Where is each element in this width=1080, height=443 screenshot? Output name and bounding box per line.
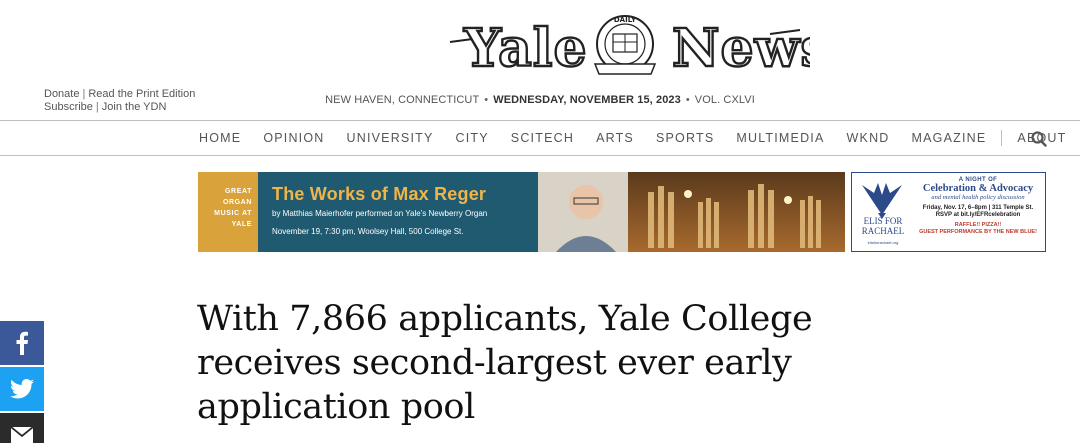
- side-ad-tagline: and mental health policy discussion: [931, 194, 1025, 201]
- nav-items: HOME OPINION UNIVERSITY CITY SCITECH ART…: [188, 121, 1077, 155]
- side-ad-brand-line: RACHAEL: [861, 226, 905, 236]
- nav-item-city[interactable]: CITY: [445, 131, 500, 145]
- masthead-logo[interactable]: Yale DAILY News: [440, 4, 831, 82]
- nav-item-opinion[interactable]: OPINION: [252, 131, 335, 145]
- search-icon[interactable]: [1030, 130, 1048, 148]
- masthead-seal-text: DAILY: [614, 16, 637, 24]
- facebook-icon: [16, 331, 28, 355]
- side-ad-raffle: RAFFLE!! PIZZA!! GUEST PERFORMANCE BY TH…: [912, 222, 1044, 236]
- ad-kicker-line: MUSIC AT: [214, 210, 252, 217]
- ad-kicker-line: YALE: [231, 221, 252, 228]
- nav-item-multimedia[interactable]: MULTIMEDIA: [725, 131, 835, 145]
- side-ad-brand-line: ELIS FOR: [863, 216, 903, 226]
- nav-item-university[interactable]: UNIVERSITY: [336, 131, 445, 145]
- ad-subtitle: by Matthias Maierhofer performed on Yale…: [272, 209, 488, 218]
- nav-item-sports[interactable]: SPORTS: [645, 131, 725, 145]
- nav-divider: [1001, 130, 1003, 146]
- side-ad-raffle-line: GUEST PERFORMANCE BY THE NEW BLUE!: [919, 229, 1037, 235]
- dateline: NEW HAVEN, CONNECTICUT • WEDNESDAY, NOVEMB…: [0, 94, 1080, 106]
- ad-title: The Works of Max Reger: [272, 184, 487, 204]
- side-ad-url: elisforrachael.org: [867, 240, 899, 245]
- email-share-button[interactable]: [0, 413, 44, 443]
- share-bar: [0, 321, 44, 443]
- nav-item-scitech[interactable]: SCITECH: [500, 131, 585, 145]
- side-ad-raffle-line: RAFFLE!! PIZZA!!: [954, 222, 1002, 228]
- side-ad-info-line: Friday, Nov. 17, 6–8pm | 311 Temple St.: [922, 205, 1034, 211]
- dateline-dot: •: [685, 94, 690, 106]
- dateline-dot: •: [484, 94, 489, 106]
- masthead-seal: DAILY: [593, 15, 657, 75]
- ad-kicker-line: ORGAN: [222, 199, 252, 206]
- dateline-date: WEDNESDAY, NOVEMBER 15, 2023: [493, 94, 681, 106]
- nav-item-home[interactable]: HOME: [188, 131, 252, 145]
- ad-body: The Works of Max Reger by Matthias Maier…: [258, 172, 845, 252]
- twitter-icon: [10, 379, 34, 399]
- masthead-word-right: News: [672, 18, 810, 79]
- email-icon: [11, 427, 33, 443]
- nav-item-magazine[interactable]: MAGAZINE: [901, 131, 998, 145]
- ad-kicker-line: GREAT: [225, 188, 252, 195]
- ad-organ-photo: [538, 172, 845, 252]
- side-ad-brand: ELIS FOR RACHAEL: [855, 216, 911, 236]
- nav-item-arts[interactable]: ARTS: [585, 131, 645, 145]
- ad-banner-elis-for-rachael[interactable]: ELIS FOR RACHAEL elisforrachael.org A NI…: [851, 172, 1046, 252]
- ad-date: November 19, 7:30 pm, Woolsey Hall, 500 …: [272, 227, 464, 236]
- ad-kicker: GREAT ORGAN MUSIC AT YALE: [198, 172, 258, 252]
- side-ad-info-line: RSVP at bit.ly/EFRcelebration: [935, 212, 1021, 218]
- twitter-share-button[interactable]: [0, 367, 44, 411]
- side-ad-info: Friday, Nov. 17, 6–8pm | 311 Temple St. …: [912, 205, 1044, 219]
- facebook-share-button[interactable]: [0, 321, 44, 365]
- nav-item-wknd[interactable]: WKND: [836, 131, 901, 145]
- dateline-location: NEW HAVEN, CONNECTICUT: [325, 94, 480, 106]
- side-ad-content: A NIGHT OF Celebration & Advocacy and me…: [912, 177, 1044, 236]
- masthead-word-left: Yale: [463, 18, 588, 79]
- dateline-volume: VOL. CXLVI: [694, 94, 755, 106]
- masthead-logo-art: Yale DAILY News: [449, 15, 831, 80]
- article-headline: With 7,866 applicants, Yale College rece…: [197, 299, 813, 427]
- side-ad-title: Celebration & Advocacy: [922, 183, 1034, 194]
- ad-banner-organ-music[interactable]: GREAT ORGAN MUSIC AT YALE The Works of M…: [198, 172, 845, 252]
- main-nav: HOME OPINION UNIVERSITY CITY SCITECH ART…: [0, 120, 1080, 156]
